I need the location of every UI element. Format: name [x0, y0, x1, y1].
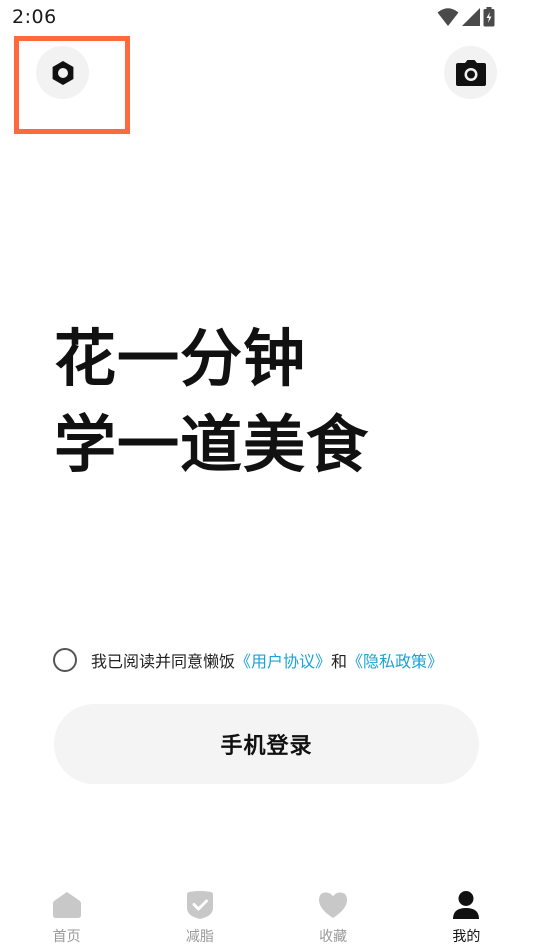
- home-icon: [52, 892, 81, 918]
- battery-charging-icon: [483, 7, 495, 27]
- camera-button[interactable]: [444, 46, 497, 99]
- status-icons: [437, 7, 495, 27]
- user-agreement-link[interactable]: 《用户协议》: [235, 648, 331, 672]
- login-screen: 2:06 花一分钟 学一道美食 我已阅读并同意懒饭 《用户协议》 和 《隐私政策…: [0, 0, 533, 947]
- shield-check-icon: [186, 891, 213, 919]
- bottom-nav: 首页 减脂 收藏 我的: [0, 880, 533, 947]
- signal-icon: [462, 8, 480, 26]
- person-icon: [453, 891, 480, 919]
- agreement-row: 我已阅读并同意懒饭 《用户协议》 和 《隐私政策》: [53, 648, 443, 672]
- status-time: 2:06: [12, 6, 57, 28]
- nav-item-favorites[interactable]: 收藏: [267, 880, 400, 947]
- slogan-line-1: 花一分钟: [54, 322, 307, 395]
- heart-icon: [319, 892, 348, 918]
- slogan-line-2: 学一道美食: [54, 408, 370, 481]
- agreement-text: 我已阅读并同意懒饭: [91, 652, 236, 671]
- wifi-icon: [437, 8, 459, 26]
- agreement-checkbox[interactable]: [53, 648, 77, 672]
- nav-label-favorites: 收藏: [319, 929, 348, 945]
- nav-item-fat-loss[interactable]: 减脂: [133, 880, 266, 947]
- status-bar: 2:06: [0, 0, 533, 36]
- agreement-and-text: 和: [331, 652, 348, 671]
- camera-icon: [455, 59, 486, 86]
- phone-login-button[interactable]: 手机登录: [54, 704, 479, 784]
- nav-item-home[interactable]: 首页: [0, 880, 133, 947]
- nav-label-home: 首页: [52, 929, 81, 945]
- hexagon-settings-icon: [52, 60, 73, 85]
- nav-label-mine: 我的: [452, 929, 481, 945]
- privacy-policy-link[interactable]: 《隐私政策》: [347, 648, 443, 672]
- nav-label-fat-loss: 减脂: [185, 929, 214, 945]
- nav-item-mine[interactable]: 我的: [400, 880, 533, 947]
- settings-button[interactable]: [36, 46, 89, 99]
